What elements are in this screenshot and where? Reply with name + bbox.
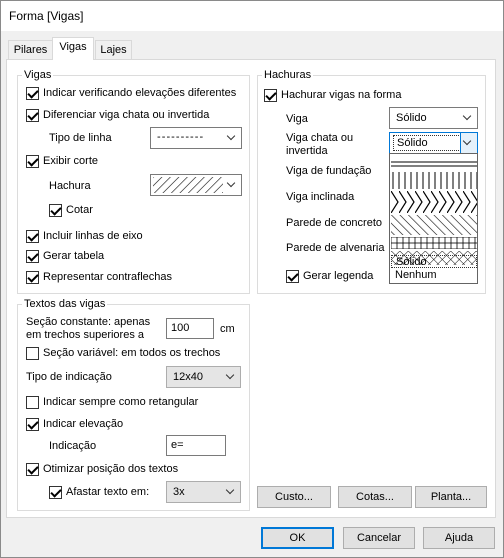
option-label: Sólido [396,256,427,268]
gerar-legenda-checkbox[interactable] [286,270,299,283]
secao-constante-input[interactable]: 100 [166,318,214,339]
hatch-grid-icon[interactable] [391,237,477,249]
custo-button-label: Custo... [275,491,313,503]
chata-label: Viga chata ou invertida [286,132,354,157]
help-button-label: Ajuda [444,532,474,544]
secao-unidade: cm [220,323,235,335]
tab-pilares[interactable]: Pilares [8,40,53,60]
chevron-down-icon [227,180,236,189]
incluir-eixo-label: Incluir linhas de eixo [43,230,143,242]
retangular-label: Indicar sempre como retangular [43,396,199,408]
fundacao-label: Viga de fundação [286,165,372,177]
ok-button-label: OK [289,532,306,544]
alvenaria-label: Parede de alvenaria [286,242,385,254]
chata-select[interactable]: Sólido [389,132,478,154]
chevron-down-icon [226,372,235,381]
dropdown-option-solido[interactable]: Sólido [391,255,477,268]
cotas-button[interactable]: Cotas... [338,486,412,508]
tab-vigas[interactable]: Vigas [52,37,94,60]
indicar-elevacao-checkbox[interactable] [26,418,39,431]
cotar-checkbox[interactable] [49,204,62,217]
gerar-tabela-label: Gerar tabela [43,250,105,262]
hachura-select[interactable] [150,174,242,196]
hachurar-label: Hachurar vigas na forma [281,89,402,101]
option-label: Nenhum [395,269,437,281]
afastar-value: 3x [173,486,185,498]
secao-constante-value: 100 [171,322,190,334]
chevron-down-icon [227,133,236,142]
tab-label: Pilares [13,44,48,56]
afastar-select[interactable]: 3x [166,481,241,503]
hatch-horizontal-icon[interactable] [391,156,477,170]
chevron-down-icon [463,138,472,147]
tipo-linha-label: Tipo de linha [49,132,112,144]
indicar-elevacoes-label: Indicar verificando elevações diferentes [43,87,237,99]
viga-select[interactable]: Sólido [389,107,478,129]
concreto-label: Parede de concreto [286,217,383,229]
otimizar-label: Otimizar posição dos textos [43,463,179,475]
retangular-checkbox[interactable] [26,396,39,409]
tipo-indicacao-label: Tipo de indicação [26,371,112,383]
exibir-corte-label: Exibir corte [43,155,99,167]
cotas-button-label: Cotas... [356,491,394,503]
gerar-tabela-checkbox[interactable] [26,250,39,263]
hachurar-checkbox[interactable] [264,89,277,102]
hatch-chevron-icon[interactable] [391,191,477,213]
tab-lajes[interactable]: Lajes [95,40,132,60]
hatch-vertical-icon[interactable] [391,172,477,189]
tab-label: Lajes [100,44,127,56]
cancel-button[interactable]: Cancelar [343,527,415,549]
dropdown-option-nenhum[interactable]: Nenhum [391,269,477,282]
indicar-elevacoes-checkbox[interactable] [26,87,39,100]
hatch-dropdown-list[interactable]: Sólido Nenhum [389,153,478,284]
viga-label: Viga [286,113,308,125]
exibir-corte-checkbox[interactable] [26,155,39,168]
custo-button[interactable]: Custo... [257,486,331,508]
textos-legend: Textos das vigas [24,298,106,310]
otimizar-checkbox[interactable] [26,463,39,476]
hatch-pattern-icon [153,177,223,193]
ok-button[interactable]: OK [261,527,334,549]
title-bar: Forma [Vigas] [1,1,503,31]
tipo-linha-value: - - - - - - - - - - [157,131,203,143]
chevron-down-icon [226,487,235,496]
gerar-legenda-label: Gerar legenda [303,270,374,282]
indicacao-label: Indicação [49,440,97,452]
secao-constante-label: Seção constante: apenas em trechos super… [26,316,151,341]
inclinada-label: Viga inclinada [286,191,355,203]
secao-variavel-label: Seção variável: em todos os trechos [43,347,221,359]
incluir-eixo-checkbox[interactable] [26,230,39,243]
viga-value: Sólido [396,112,427,124]
hachura-label: Hachura [49,180,91,192]
contraflechas-checkbox[interactable] [26,271,39,284]
secao-variavel-checkbox[interactable] [26,347,39,360]
tab-label: Vigas [59,41,87,53]
help-button[interactable]: Ajuda [423,527,495,549]
planta-button-label: Planta... [430,491,472,503]
afastar-label: Afastar texto em: [66,486,150,498]
planta-button[interactable]: Planta... [415,486,487,508]
tipo-indicacao-select[interactable]: 12x40 [166,366,241,388]
cotar-label: Cotar [66,204,93,216]
diferenciar-checkbox[interactable] [26,109,39,122]
vigas-legend: Vigas [24,69,52,81]
indicacao-value: e= [171,439,184,451]
contraflechas-label: Representar contraflechas [43,271,173,283]
hatch-diagonal-icon[interactable] [391,215,477,235]
hachuras-legend: Hachuras [264,69,312,81]
chevron-down-icon [463,113,472,122]
afastar-checkbox[interactable] [49,486,62,499]
tipo-indicacao-value: 12x40 [173,371,203,383]
diferenciar-label: Diferenciar viga chata ou invertida [43,109,210,121]
chata-value: Sólido [393,135,461,151]
tipo-linha-select[interactable]: - - - - - - - - - - [150,127,242,149]
indicacao-input[interactable]: e= [166,435,226,456]
cancel-button-label: Cancelar [356,532,402,544]
indicar-elevacao-label: Indicar elevação [43,418,124,430]
window-title: Forma [Vigas] [9,9,84,23]
